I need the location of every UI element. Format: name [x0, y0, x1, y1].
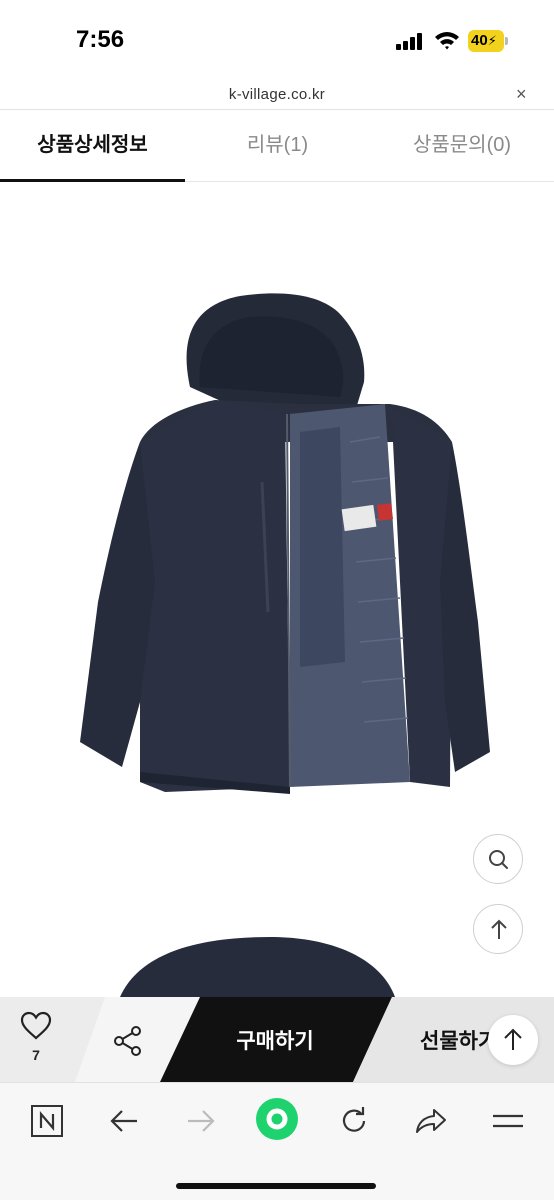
scroll-top-float-button[interactable] — [488, 1015, 538, 1065]
green-home-icon — [256, 1098, 298, 1140]
tab-product-details[interactable]: 상품상세정보 — [0, 111, 185, 182]
url-text[interactable]: k-village.co.kr — [0, 86, 554, 103]
heart-icon — [20, 1011, 52, 1040]
share-nodes-icon — [114, 1026, 141, 1056]
menu-icon — [493, 1114, 523, 1128]
back-arrow-icon — [110, 1110, 137, 1132]
search-icon — [489, 850, 508, 869]
status-bar: 7:56 40⚡ — [0, 0, 554, 80]
naver-home-button[interactable] — [27, 1101, 67, 1141]
arrow-up-icon — [491, 919, 507, 939]
navy-hooded-jacket-image — [80, 293, 490, 997]
wifi-icon — [435, 32, 459, 50]
like-count: 7 — [32, 1047, 40, 1063]
naver-n-icon — [31, 1105, 63, 1137]
tab-bar: 상품상세정보 리뷰(1) 상품문의(0) — [0, 111, 554, 182]
status-time: 7:56 — [76, 26, 125, 53]
battery-charging-icon: 40⚡ — [468, 30, 508, 52]
arrow-up-icon — [504, 1028, 522, 1050]
green-home-button[interactable] — [255, 1097, 299, 1141]
gift-button[interactable]: 선물하기 — [420, 1025, 497, 1055]
share-icon — [416, 1109, 446, 1133]
close-icon[interactable]: × — [516, 84, 527, 105]
back-button[interactable] — [104, 1101, 144, 1141]
share-button[interactable] — [105, 1019, 150, 1064]
refresh-button[interactable] — [334, 1101, 374, 1141]
refresh-icon — [342, 1107, 366, 1132]
like-button[interactable]: 7 — [0, 997, 75, 1082]
scroll-top-button[interactable] — [473, 904, 523, 954]
signal-icon — [396, 33, 422, 50]
purchase-bar: 7 구매하기 선물하기 — [0, 997, 554, 1082]
menu-button[interactable] — [488, 1101, 528, 1141]
tab-product-inquiry[interactable]: 상품문의(0) — [370, 111, 554, 182]
forward-arrow-icon — [188, 1110, 215, 1132]
product-image-area — [0, 182, 554, 997]
zoom-button[interactable] — [473, 834, 523, 884]
forward-button[interactable] — [181, 1101, 221, 1141]
buy-button[interactable]: 구매하기 — [190, 1025, 360, 1055]
url-bar: k-village.co.kr × — [0, 80, 554, 110]
battery-level: 40 — [471, 32, 488, 49]
share-page-button[interactable] — [411, 1101, 451, 1141]
home-indicator — [176, 1183, 376, 1189]
tab-reviews[interactable]: 리뷰(1) — [185, 111, 370, 182]
